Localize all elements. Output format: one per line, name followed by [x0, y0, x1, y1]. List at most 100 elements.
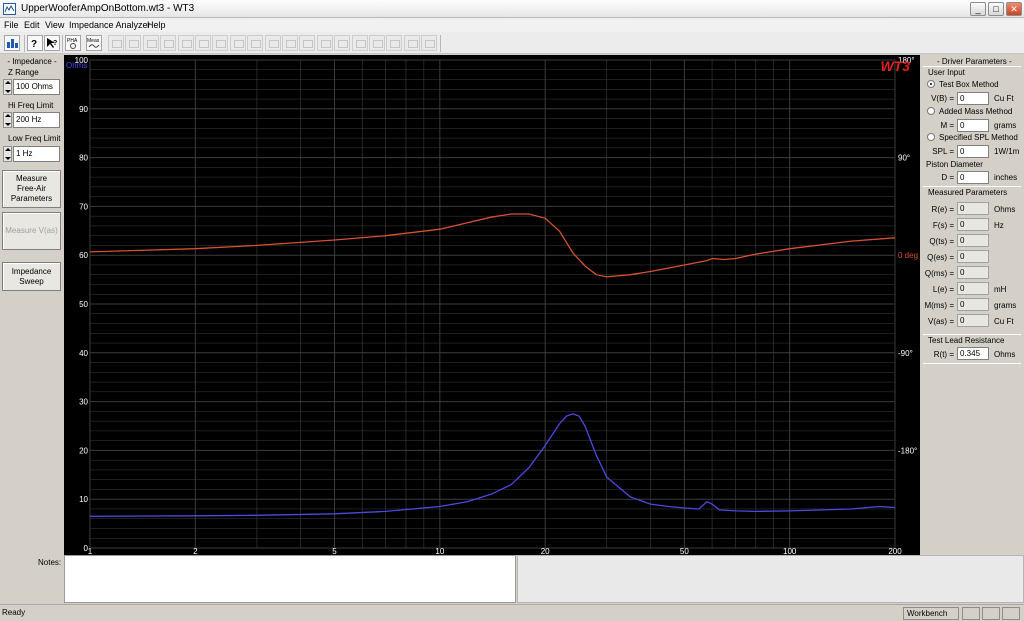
- notes-label: Notes:: [38, 558, 62, 567]
- piston-diameter-label: Piston Diameter: [926, 160, 983, 169]
- hi-freq-field[interactable]: 200 Hz: [13, 112, 60, 128]
- disabled-tool-icon: [282, 35, 298, 51]
- le-label: L(e) =: [932, 285, 954, 294]
- toolbar-separator: [24, 35, 25, 52]
- status-pane: [982, 607, 1000, 620]
- impedance-sweep-line1: Impedance: [11, 266, 52, 276]
- vas-label: V(as) =: [927, 317, 954, 326]
- y-right-tick-label: 90°: [898, 154, 910, 163]
- status-text: Ready: [2, 608, 26, 617]
- x-tick-label: 1: [88, 547, 93, 555]
- z-range-spinner[interactable]: [3, 79, 12, 95]
- m-label: M =: [940, 121, 954, 130]
- spl-method-radio[interactable]: [927, 133, 935, 141]
- qes-value: 0: [957, 250, 989, 263]
- spl-method-label: Specified SPL Method: [939, 133, 1018, 142]
- low-freq-spinner[interactable]: [3, 146, 12, 162]
- y-right-tick-label: 0 deg: [898, 251, 918, 260]
- maximize-button[interactable]: □: [988, 2, 1004, 16]
- re-value: 0: [957, 202, 989, 215]
- notes-textarea[interactable]: [64, 555, 516, 603]
- status-bar: Ready Workbench: [0, 604, 1024, 621]
- mms-unit: grams: [994, 301, 1017, 310]
- plot-canvas: 1 2 5 10 20 50 100 2000102030405060708090100 180…: [66, 56, 918, 555]
- measure-vas-button[interactable]: Measure V(as): [2, 212, 61, 250]
- group-divider: [923, 66, 1021, 67]
- window-title: UpperWooferAmpOnBottom.wt3 - WT3: [21, 3, 195, 14]
- menu-view[interactable]: View: [45, 20, 64, 30]
- added-mass-radio[interactable]: [927, 107, 935, 115]
- vb-label: V(B) =: [931, 94, 954, 103]
- notes-side-area: [517, 555, 1024, 603]
- y-left-tick-label: 90: [79, 105, 88, 114]
- z-range-field[interactable]: 100 Ohms: [13, 79, 60, 95]
- menu-edit[interactable]: Edit: [24, 20, 40, 30]
- x-tick-label: 50: [680, 547, 689, 555]
- x-tick-label: 100: [783, 547, 797, 555]
- menu-file[interactable]: File: [4, 20, 19, 30]
- vas-value: 0: [957, 314, 989, 327]
- plot-grid: [89, 59, 896, 549]
- phase-icon[interactable]: PHA: [65, 35, 81, 51]
- y-left-tick-label: 0: [84, 544, 89, 553]
- spl-label: SPL =: [932, 147, 954, 156]
- group-divider: [923, 363, 1021, 364]
- hi-freq-spinner[interactable]: [3, 112, 12, 128]
- qms-label: Q(ms) =: [924, 269, 954, 278]
- close-button[interactable]: ✕: [1006, 2, 1022, 16]
- x-tick-label: 10: [435, 547, 444, 555]
- y-left-tick-label: 30: [79, 398, 88, 407]
- open-chart-icon[interactable]: [4, 35, 20, 51]
- disabled-tool-icon: [299, 35, 316, 51]
- status-pane: [962, 607, 980, 620]
- disabled-tool-icon: [316, 35, 333, 51]
- right-panel: - Driver Parameters - User Input Test Bo…: [920, 55, 1024, 555]
- disabled-tool-icon: [177, 35, 194, 51]
- fs-unit: Hz: [994, 221, 1004, 230]
- qts-value: 0: [957, 234, 989, 247]
- low-freq-label: Low Freq Limit: [8, 134, 61, 143]
- context-help-icon[interactable]: ?: [44, 35, 60, 51]
- disabled-tool-icon: [125, 35, 142, 51]
- measure-free-air-line2: Free-Air: [17, 184, 46, 193]
- impedance-curve: [89, 413, 896, 517]
- test-lead-title: Test Lead Resistance: [928, 336, 1005, 345]
- x-tick-label: 2: [193, 547, 198, 555]
- menu-impedance-analyzer[interactable]: Impedance Analyzer: [69, 20, 151, 30]
- le-value: 0: [957, 282, 989, 295]
- y-right-tick-label: -90°: [898, 349, 913, 358]
- disabled-tool-icon: [421, 35, 438, 51]
- test-box-radio[interactable]: [927, 80, 935, 88]
- svg-text:?: ?: [31, 39, 37, 50]
- rt-field[interactable]: 0.345: [957, 347, 989, 360]
- measure-free-air-button[interactable]: Measure Free-Air Parameters: [2, 170, 61, 208]
- low-freq-field[interactable]: 1 Hz: [13, 146, 60, 162]
- hi-freq-label: Hi Freq Limit: [8, 101, 54, 110]
- impedance-sweep-button[interactable]: Impedance Sweep: [2, 262, 61, 291]
- disabled-tool-icon: [369, 35, 385, 51]
- menu-help[interactable]: Help: [147, 20, 166, 30]
- added-mass-label: Added Mass Method: [939, 107, 1013, 116]
- vb-field[interactable]: 0: [957, 92, 989, 105]
- status-pane: [1002, 607, 1020, 620]
- impedance-plot[interactable]: 1 2 5 10 20 50 100 200 0 10 20 30 40 50 60 70 80 90 100 180…: [64, 55, 920, 555]
- help-icon[interactable]: ?: [27, 35, 43, 51]
- y-left-tick-label: 40: [79, 349, 88, 358]
- measure-free-air-line3: Parameters: [10, 194, 53, 203]
- rt-label: R(t) =: [933, 350, 954, 359]
- impedance-group-title: - Impedance -: [7, 57, 57, 66]
- workbench-indicator: Workbench: [903, 607, 959, 620]
- disabled-tool-icon: [386, 35, 403, 51]
- d-field[interactable]: 0: [957, 171, 989, 184]
- minimize-button[interactable]: _: [970, 2, 986, 16]
- toolbar: ? ? PHA Meas: [0, 32, 1024, 54]
- re-label: R(e) =: [931, 205, 954, 214]
- vas-unit: Cu Ft: [994, 317, 1014, 326]
- disabled-tool-icon: [403, 35, 420, 51]
- y-left-tick-label: 20: [79, 446, 88, 455]
- spl-field[interactable]: 0: [957, 145, 989, 158]
- x-tick-label: 20: [541, 547, 550, 555]
- user-input-title: User Input: [928, 68, 965, 77]
- measure-icon[interactable]: Meas: [86, 35, 102, 51]
- m-field[interactable]: 0: [957, 119, 989, 132]
